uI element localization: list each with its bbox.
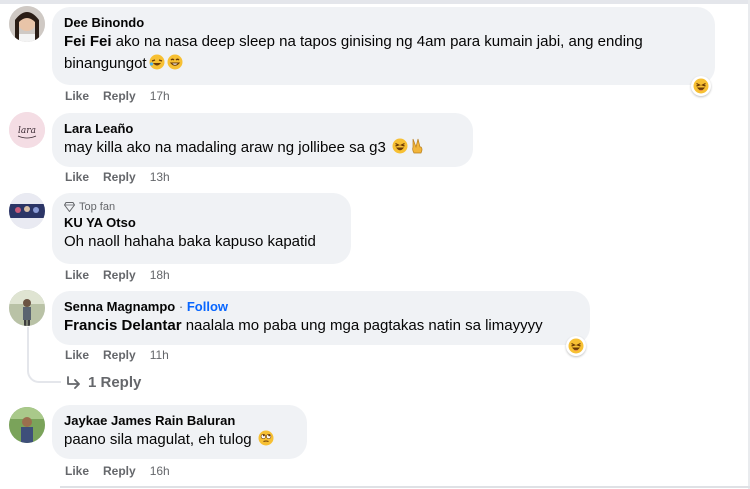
profile-photo-icon (9, 6, 45, 42)
profile-photo-icon (9, 193, 45, 229)
comment-bubble: Jaykae James Rain Baluran paano sila mag… (52, 405, 307, 459)
view-replies-button[interactable]: 1 Reply (66, 374, 141, 391)
comment-bubble: Lara Leaño may killa ako na madaling ara… (52, 113, 473, 167)
like-button[interactable]: Like (65, 268, 89, 282)
rolling-eyes-emoji (258, 430, 274, 453)
comment-author[interactable]: Jaykae James Rain Baluran (64, 412, 295, 429)
profile-photo-icon: lara (9, 112, 45, 148)
timestamp[interactable]: 11h (150, 348, 169, 362)
timestamp[interactable]: 18h (150, 268, 170, 282)
svg-text:lara: lara (18, 126, 36, 136)
rolling-laughing-emoji (149, 54, 165, 77)
avatar[interactable] (9, 193, 45, 229)
comment-bubble: Top fan KU YA Otso Oh naoll hahaha baka … (52, 193, 351, 264)
haha-reaction-icon[interactable] (691, 76, 711, 96)
reply-button[interactable]: Reply (103, 348, 136, 362)
mention-link[interactable]: Fei Fei (64, 33, 112, 50)
like-button[interactable]: Like (65, 348, 89, 362)
comment-text: Fei Fei ako na nasa deep sleep na tapos … (64, 31, 703, 77)
reply-arrow-icon (67, 375, 80, 389)
comment-text: may killa ako na madaling araw ng jollib… (64, 137, 461, 161)
avatar[interactable] (9, 6, 45, 42)
victory-hand-emoji (410, 138, 424, 161)
top-fan-badge: Top fan (64, 200, 339, 214)
profile-photo-icon (9, 407, 45, 443)
timestamp[interactable]: 17h (150, 89, 170, 103)
comment-text: Oh naoll hahaha baka kapuso kapatid (64, 233, 316, 250)
comment-actions: Like Reply 13h (65, 170, 170, 184)
like-button[interactable]: Like (65, 170, 89, 184)
comment-author[interactable]: KU YA Otso (64, 214, 339, 231)
laughing-emoji (392, 138, 408, 161)
comment-actions: Like Reply 16h (65, 464, 170, 478)
comment-author[interactable]: Lara Leaño (64, 120, 461, 137)
diamond-icon (64, 202, 75, 212)
mention-link[interactable]: Francis Delantar (64, 317, 182, 334)
follow-button[interactable]: Follow (187, 299, 228, 314)
haha-reaction-icon[interactable] (566, 336, 586, 356)
like-button[interactable]: Like (65, 464, 89, 478)
timestamp[interactable]: 16h (150, 464, 170, 478)
comment-text: paano sila magulat, eh tulog (64, 429, 295, 453)
comment-bubble: Senna Magnampo · Follow Francis Delantar… (52, 291, 590, 345)
comment-bubble: Dee Binondo Fei Fei ako na nasa deep sle… (52, 7, 715, 85)
bottom-divider (60, 486, 750, 488)
reply-button[interactable]: Reply (103, 170, 136, 184)
reply-button[interactable]: Reply (103, 89, 136, 103)
comment-author[interactable]: Dee Binondo (64, 14, 703, 31)
like-button[interactable]: Like (65, 89, 89, 103)
grinning-emoji (167, 54, 183, 77)
profile-photo-icon (9, 290, 45, 326)
comment-actions: Like Reply 18h (65, 268, 170, 282)
top-divider (0, 0, 750, 4)
reply-button[interactable]: Reply (103, 268, 136, 282)
reply-button[interactable]: Reply (103, 464, 136, 478)
avatar[interactable] (9, 290, 45, 326)
avatar[interactable]: lara (9, 112, 45, 148)
comment-author: Senna Magnampo · Follow (64, 299, 229, 314)
comment-actions: Like Reply 11h (65, 348, 169, 362)
comment-text: Francis Delantar naalala mo paba ung mga… (64, 317, 543, 334)
timestamp[interactable]: 13h (150, 170, 170, 184)
avatar[interactable] (9, 407, 45, 443)
comment-actions: Like Reply 17h (65, 89, 170, 103)
